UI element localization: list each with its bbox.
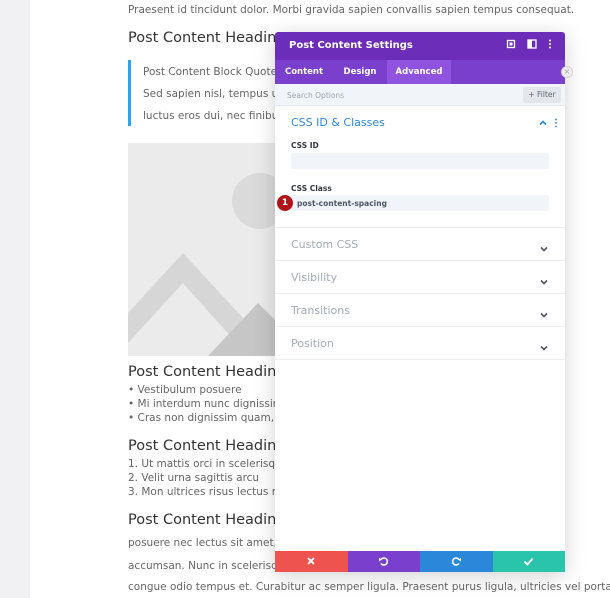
columns-icon[interactable] <box>525 39 539 53</box>
section-position[interactable]: Position <box>275 327 565 360</box>
section-title: Transitions <box>291 304 350 317</box>
chevron-up-icon[interactable] <box>538 118 548 128</box>
filter-button[interactable]: + Filter <box>523 87 561 103</box>
action-bar <box>275 551 565 572</box>
post-heading-3: Post Content Heading <box>128 438 286 454</box>
redo-icon <box>451 557 461 566</box>
redo-button[interactable] <box>420 551 493 572</box>
undo-button[interactable] <box>347 551 420 572</box>
ordered-item: 3. Mon ultrices risus lectus non <box>128 486 292 498</box>
tab-design[interactable]: Design <box>333 60 387 84</box>
expand-icon[interactable] <box>504 39 518 53</box>
ordered-item: 1. Ut mattis orci in scelerisque t <box>128 458 296 470</box>
quote-line: Post Content Block Quote. Vi <box>143 66 294 78</box>
chevron-down-icon[interactable] <box>539 272 549 285</box>
search-row: + Filter <box>275 84 565 106</box>
bullet-item: • Vestibulum posuere <box>128 384 242 396</box>
section-title[interactable]: CSS ID & Classes <box>291 116 385 129</box>
section-css-id-classes: CSS ID & Classes CSS ID CSS Class <box>275 106 565 228</box>
block-quote: Post Content Block Quote. Vi Sed sapien … <box>128 60 298 126</box>
paragraph-line: accumsan. Nunc in scelerisque <box>128 560 291 572</box>
modal-title: Post Content Settings <box>289 40 413 51</box>
bullet-item: • Mi interdum nunc dignissim a <box>128 398 293 410</box>
section-title: Position <box>291 337 334 350</box>
chevron-down-icon[interactable] <box>539 305 549 318</box>
image-placeholder-icon <box>128 143 278 356</box>
undo-icon <box>379 557 389 566</box>
more-icon[interactable] <box>543 39 557 53</box>
paragraph-line: posuere nec lectus sit amet, pu <box>128 537 294 549</box>
tab-content[interactable]: Content <box>275 60 333 84</box>
css-id-field[interactable] <box>291 153 549 169</box>
modal-header[interactable]: Post Content Settings <box>275 32 565 60</box>
css-class-field[interactable] <box>291 195 549 211</box>
post-heading-1: Post Content Heading <box>128 30 286 46</box>
post-heading-2: Post Content Heading <box>128 364 286 380</box>
tab-bar: Content Design Advanced <box>275 60 565 84</box>
check-icon <box>524 557 534 566</box>
image-placeholder <box>128 143 278 356</box>
ordered-item: 2. Velit urna sagittis arcu <box>128 472 260 484</box>
section-title: Visibility <box>291 271 338 284</box>
section-transitions[interactable]: Transitions <box>275 294 565 327</box>
tab-advanced[interactable]: Advanced <box>387 60 451 84</box>
css-class-label: CSS Class <box>291 184 332 193</box>
search-input[interactable] <box>285 88 485 102</box>
paragraph-line: congue odio tempus et. Curabitur ac semp… <box>128 581 610 593</box>
bullet-item: • Cras non dignissim quam, at t <box>128 412 296 424</box>
post-heading-4: Post Content Heading <box>128 512 286 528</box>
save-button[interactable] <box>492 551 565 572</box>
section-custom-css[interactable]: Custom CSS <box>275 228 565 261</box>
close-icon[interactable]: × <box>561 66 573 78</box>
more-vertical-icon[interactable] <box>553 118 559 128</box>
close-icon <box>307 557 315 565</box>
css-id-label: CSS ID <box>291 141 319 150</box>
step-marker: 1 <box>277 195 293 211</box>
settings-modal: Post Content Settings Content Design Adv… <box>275 32 565 572</box>
cancel-button[interactable] <box>275 551 348 572</box>
section-title: Custom CSS <box>291 238 359 251</box>
chevron-down-icon[interactable] <box>539 338 549 351</box>
chevron-down-icon[interactable] <box>539 239 549 252</box>
section-visibility[interactable]: Visibility <box>275 261 565 294</box>
quote-line: luctus eros dui, nec finibus le <box>143 110 297 122</box>
intro-text: Praesent id tincidunt dolor. Morbi gravi… <box>128 4 575 16</box>
